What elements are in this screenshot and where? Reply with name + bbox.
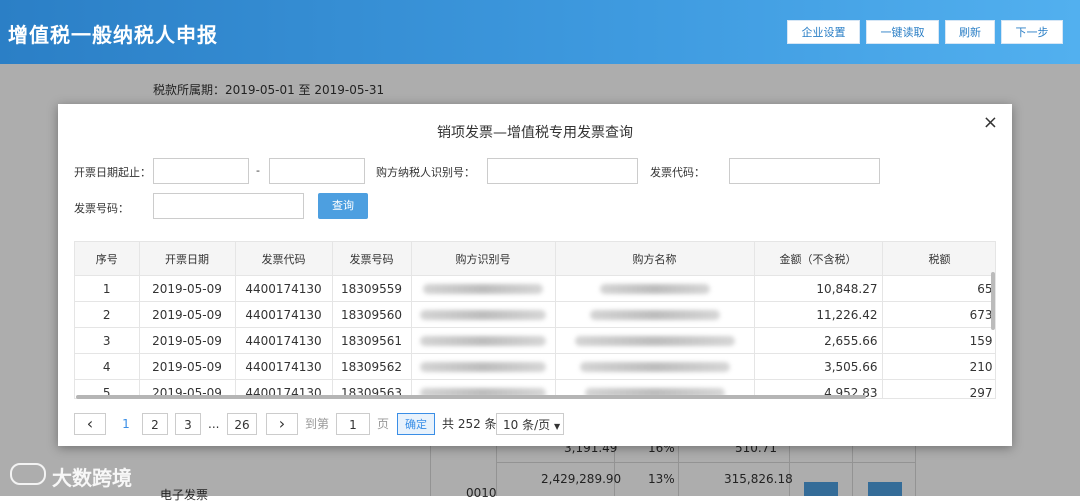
cell-code: 4400174130	[235, 327, 333, 354]
horizontal-scrollbar[interactable]	[76, 395, 866, 399]
page-3-button[interactable]: 3	[175, 413, 201, 435]
next-page-chevron-right-icon[interactable]: ›	[266, 413, 298, 435]
refresh-button[interactable]: 刷新	[945, 20, 995, 44]
confirm-goto-button[interactable]: 确定	[397, 413, 435, 435]
col-header-buyer-id: 购方识别号	[411, 242, 556, 276]
cell-date: 2019-05-09	[139, 353, 236, 380]
cell-amount: 2,655.66	[754, 327, 883, 354]
cell-amount: 11,226.42	[754, 301, 883, 328]
table-row[interactable]: 3 2019-05-09 4400174130 18309561 2,655.6…	[75, 327, 995, 354]
app-title: 增值税一般纳税人申报	[8, 23, 218, 47]
invoice-code-label: 发票代码：	[650, 166, 705, 179]
page-2-button[interactable]: 2	[142, 413, 168, 435]
cell-code: 4400174130	[235, 275, 333, 302]
cell-buyer-id-redacted	[411, 353, 556, 380]
page-size-value: 10 条/页	[503, 418, 551, 432]
page-ellipsis: ...	[208, 417, 220, 431]
watermark-text: 大数跨境	[52, 466, 132, 490]
table-row[interactable]: 2 2019-05-09 4400174130 18309560 11,226.…	[75, 301, 995, 328]
cell-code: 4400174130	[235, 353, 333, 380]
dropdown-caret-icon: ▼	[553, 422, 561, 431]
invoice-number-input[interactable]	[153, 193, 304, 219]
table-header: 序号 开票日期 发票代码 发票号码 购方识别号 购方名称 金额（不含税） 税额	[75, 242, 995, 276]
cell-number: 18309561	[332, 327, 412, 354]
page-26-button[interactable]: 26	[227, 413, 257, 435]
total-count: 共 252 条	[442, 417, 497, 431]
cell-number: 18309560	[332, 301, 412, 328]
cell-tax: 297	[882, 379, 995, 398]
invoice-query-dialog: 销项发票—增值税专用发票查询 × 开票日期起止： - 购方纳税人识别号： 发票代…	[58, 104, 1012, 446]
cell-index: 2	[75, 301, 140, 328]
next-step-button[interactable]: 下一步	[1001, 20, 1063, 44]
col-header-tax: 税额	[882, 242, 995, 276]
buyer-tax-id-input[interactable]	[487, 158, 638, 184]
cell-buyer-id-redacted	[411, 301, 556, 328]
cell-index: 4	[75, 353, 140, 380]
cell-tax: 210	[882, 353, 995, 380]
company-settings-button[interactable]: 企业设置	[787, 20, 860, 44]
query-button[interactable]: 查询	[318, 193, 368, 219]
cell-buyer-id-redacted	[411, 275, 556, 302]
page-unit-label: 页	[377, 417, 390, 431]
cell-index: 1	[75, 275, 140, 302]
goto-page-input[interactable]: 1	[336, 413, 370, 435]
vertical-scrollbar[interactable]	[991, 272, 995, 330]
cell-index: 3	[75, 327, 140, 354]
cell-tax: 159	[882, 327, 995, 354]
cell-buyer-name-redacted	[555, 301, 755, 328]
watermark-logo-icon	[10, 463, 46, 485]
cell-date: 2019-05-09	[139, 327, 236, 354]
date-separator: -	[256, 164, 260, 177]
col-header-index: 序号	[75, 242, 140, 276]
cell-tax: 673	[882, 301, 995, 328]
cell-date: 2019-05-09	[139, 275, 236, 302]
one-click-read-button[interactable]: 一键读取	[866, 20, 939, 44]
date-range-label: 开票日期起止：	[74, 166, 151, 179]
invoice-code-input[interactable]	[729, 158, 880, 184]
cell-amount: 10,848.27	[754, 275, 883, 302]
cell-buyer-name-redacted	[555, 353, 755, 380]
end-date-input[interactable]	[269, 158, 365, 184]
cell-tax: 65	[882, 275, 995, 302]
cell-buyer-name-redacted	[555, 327, 755, 354]
cell-amount: 3,505.66	[754, 353, 883, 380]
start-date-input[interactable]	[153, 158, 249, 184]
table-row[interactable]: 4 2019-05-09 4400174130 18309562 3,505.6…	[75, 353, 995, 380]
dialog-title: 销项发票—增值税专用发票查询	[437, 125, 633, 141]
col-header-amount: 金额（不含税）	[754, 242, 883, 276]
col-header-code: 发票代码	[235, 242, 333, 276]
goto-label: 到第	[305, 417, 330, 431]
cell-number: 18309562	[332, 353, 412, 380]
prev-page-chevron-left-icon[interactable]: ‹	[74, 413, 106, 435]
header-bar: 增值税一般纳税人申报 企业设置 一键读取 刷新 下一步	[0, 0, 1080, 64]
col-header-buyer-name: 购方名称	[555, 242, 755, 276]
cell-date: 2019-05-09	[139, 301, 236, 328]
col-header-number: 发票号码	[332, 242, 412, 276]
buyer-tax-id-label: 购方纳税人识别号：	[376, 166, 475, 179]
page-size-select[interactable]: 10 条/页 ▼	[496, 413, 564, 435]
cell-number: 18309559	[332, 275, 412, 302]
table-row[interactable]: 1 2019-05-09 4400174130 18309559 10,848.…	[75, 275, 995, 302]
cell-buyer-id-redacted	[411, 327, 556, 354]
col-header-date: 开票日期	[139, 242, 236, 276]
invoice-number-label: 发票号码：	[74, 202, 129, 215]
cell-buyer-name-redacted	[555, 275, 755, 302]
cell-code: 4400174130	[235, 301, 333, 328]
page-1-button[interactable]: 1	[120, 413, 132, 435]
invoice-table: 序号 开票日期 发票代码 发票号码 购方识别号 购方名称 金额（不含税） 税额 …	[74, 241, 996, 399]
close-icon[interactable]: ×	[983, 112, 998, 133]
